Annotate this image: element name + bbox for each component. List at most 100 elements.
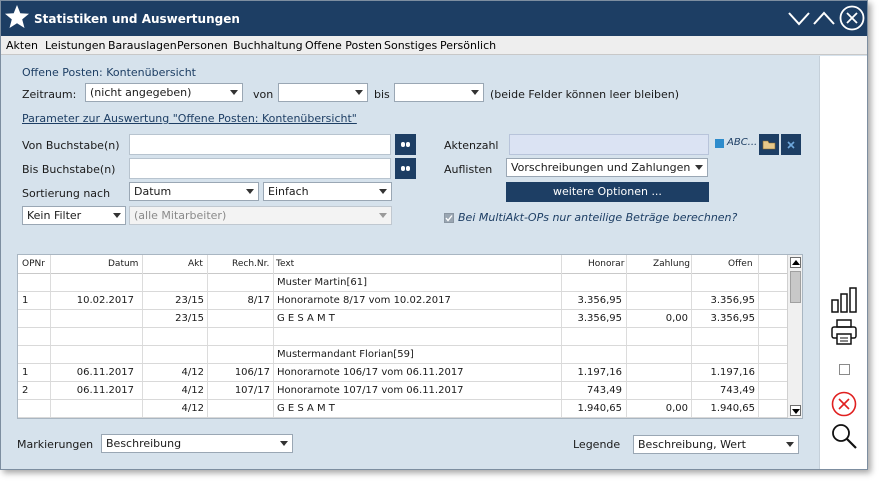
chevron-down-icon xyxy=(691,159,707,176)
menu-item-offene-posten[interactable]: Offene Posten xyxy=(305,39,382,52)
close-circle-icon[interactable] xyxy=(839,5,865,31)
multiakt-checkbox[interactable] xyxy=(444,213,454,223)
markierungen-value: Beschreibung xyxy=(106,437,182,450)
col-rechnr[interactable]: Rech.Nr. xyxy=(232,259,269,269)
table-scrollbar[interactable] xyxy=(787,255,802,418)
bis-date-select[interactable] xyxy=(394,83,484,102)
menu-item-sonstiges[interactable]: Sonstiges xyxy=(384,39,437,52)
col-zahlung[interactable]: Zahlung xyxy=(653,259,690,269)
star-icon xyxy=(5,5,29,28)
col-honorar[interactable]: Honorar xyxy=(588,259,624,269)
menu-item-barauslagen[interactable]: Barauslagen xyxy=(108,39,177,52)
aktenzahl-label: Aktenzahl xyxy=(444,139,499,152)
cell-text: Muster Martin[61] xyxy=(277,277,367,288)
col-opnr[interactable]: OPNr xyxy=(22,259,45,269)
legende-select[interactable]: Beschreibung, Wert xyxy=(633,435,799,454)
mitarbeiter-select: (alle Mitarbeiter) xyxy=(129,206,392,225)
von-date-select[interactable] xyxy=(278,83,368,102)
cell-opnr: 1 xyxy=(22,367,29,378)
von-label: von xyxy=(253,88,274,101)
von-buchstabe-input[interactable] xyxy=(129,134,391,155)
cell-akt: 23/15 xyxy=(175,313,204,324)
col-datum[interactable]: Datum xyxy=(108,259,138,269)
chevron-up-icon[interactable] xyxy=(812,6,836,30)
table-row[interactable]: 2 06.11.2017 4/12 107/17 Honorarnote 107/17 … xyxy=(18,382,788,400)
scroll-down-icon[interactable] xyxy=(790,405,801,416)
zeitraum-select[interactable]: (nicht angegeben) xyxy=(85,83,243,102)
menu-item-buchhaltung[interactable]: Buchhaltung xyxy=(233,39,303,52)
col-offen[interactable]: Offen xyxy=(728,259,753,269)
menu-item-leistungen[interactable]: Leistungen xyxy=(45,39,105,52)
sortierung-select[interactable]: Datum xyxy=(129,182,259,201)
col-text[interactable]: Text xyxy=(276,259,294,269)
cell-offen: 1.197,16 xyxy=(710,367,755,378)
multiakt-label: Bei MultiAkt-OPs nur anteilige Beträge b… xyxy=(458,211,738,224)
checkbox-icon[interactable] xyxy=(839,364,850,375)
window-title: Statistiken und Auswertungen xyxy=(34,12,240,26)
table-body: Muster Martin[61] 1 10.02.2017 23/15 8/17 Hon… xyxy=(18,274,788,418)
menu-item-akten[interactable]: Akten xyxy=(6,39,38,52)
legende-value: Beschreibung, Wert xyxy=(638,438,746,451)
statistics-window: Statistiken und Auswertungen Akten Leist… xyxy=(0,0,868,470)
markierungen-select[interactable]: Beschreibung xyxy=(101,434,293,453)
chevron-down-icon xyxy=(242,183,258,200)
sortierung-mode-select[interactable]: Einfach xyxy=(263,182,392,201)
von-buchstabe-picker-button[interactable] xyxy=(395,134,416,155)
cancel-icon[interactable] xyxy=(830,390,858,418)
chevron-down-icon xyxy=(375,207,391,224)
cell-offen: 743,49 xyxy=(720,385,755,396)
bis-buchstabe-label: Bis Buchstabe(n) xyxy=(22,163,116,176)
abc-color-marker xyxy=(715,139,724,148)
menu-item-persoenlich[interactable]: Persönlich xyxy=(440,39,496,52)
clear-icon[interactable] xyxy=(781,134,801,155)
parameter-link[interactable]: Parameter zur Auswertung "Offene Posten:… xyxy=(22,112,357,125)
cell-akt: 4/12 xyxy=(181,385,204,396)
chevron-down-icon xyxy=(276,435,292,452)
abc-label[interactable]: ABC... xyxy=(727,137,757,148)
title-bar: Statistiken und Auswertungen xyxy=(1,1,867,36)
cell-opnr: 2 xyxy=(22,385,29,396)
cell-zahlung: 0,00 xyxy=(665,313,688,324)
bar-chart-icon[interactable] xyxy=(830,286,858,314)
table-row[interactable] xyxy=(18,328,788,346)
auflisten-label: Auflisten xyxy=(444,163,493,176)
mitarbeiter-value: (alle Mitarbeiter) xyxy=(134,209,227,222)
cell-akt: 4/12 xyxy=(181,403,204,414)
chevron-down-icon xyxy=(109,207,125,224)
sortierung-label: Sortierung nach xyxy=(22,187,111,200)
cell-opnr: 1 xyxy=(22,295,29,306)
aktenzahl-input[interactable] xyxy=(509,134,709,155)
weitere-optionen-button[interactable]: weitere Optionen ... xyxy=(506,182,709,202)
menu-bar: Akten Leistungen Barauslagen Personen Bu… xyxy=(1,36,867,55)
action-panel xyxy=(819,56,867,469)
table-row[interactable]: 4/12 G E S A M T 1.940,65 0,00 1.940,65 xyxy=(18,400,788,418)
menu-item-personen[interactable]: Personen xyxy=(177,39,228,52)
markierungen-label: Markierungen xyxy=(17,438,94,451)
check-icon xyxy=(445,215,453,222)
chevron-down-icon xyxy=(351,84,367,101)
chevron-down-icon[interactable] xyxy=(787,6,811,30)
table-row[interactable]: 1 10.02.2017 23/15 8/17 Honorarnote 8/17 vom… xyxy=(18,292,788,310)
table-row[interactable]: 1 06.11.2017 4/12 106/17 Honorarnote 106/17 … xyxy=(18,364,788,382)
printer-icon[interactable] xyxy=(830,318,858,346)
scroll-thumb[interactable] xyxy=(790,271,801,303)
bis-buchstabe-input[interactable] xyxy=(129,158,391,179)
cell-datum: 06.11.2017 xyxy=(76,367,134,378)
cell-datum: 06.11.2017 xyxy=(76,385,134,396)
cell-honorar: 1.940,65 xyxy=(577,403,622,414)
cell-text: Honorarnote 8/17 vom 10.02.2017 xyxy=(277,295,451,306)
cell-akt: 23/15 xyxy=(175,295,204,306)
filter-value: Kein Filter xyxy=(27,209,82,222)
cell-rech: 107/17 xyxy=(234,385,270,396)
auflisten-select[interactable]: Vorschreibungen und Zahlungen xyxy=(506,158,708,177)
col-akt[interactable]: Akt xyxy=(188,259,203,269)
scroll-up-icon[interactable] xyxy=(790,257,801,268)
folder-icon[interactable] xyxy=(759,134,779,155)
table-row[interactable]: 23/15 G E S A M T 3.356,95 0,00 3.356,95 xyxy=(18,310,788,328)
table-row[interactable]: Muster Martin[61] xyxy=(18,274,788,292)
bis-buchstabe-picker-button[interactable] xyxy=(395,158,416,179)
cell-rech: 106/17 xyxy=(234,367,270,378)
table-row[interactable]: Mustermandant Florian[59] xyxy=(18,346,788,364)
filter-select[interactable]: Kein Filter xyxy=(22,206,126,225)
magnifier-icon[interactable] xyxy=(830,422,858,450)
